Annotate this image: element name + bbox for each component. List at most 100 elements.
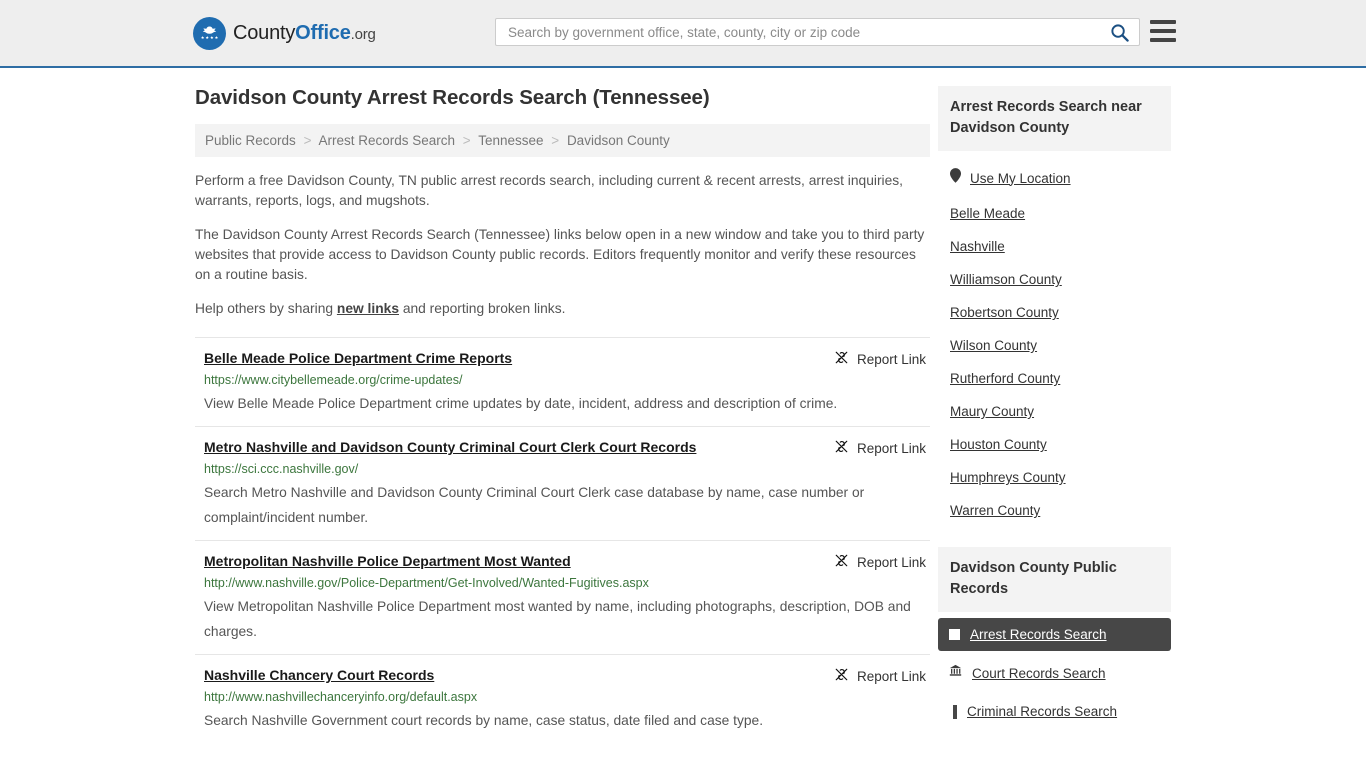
nearby-item-label: Belle Meade	[950, 206, 1026, 221]
broken-link-icon	[834, 350, 849, 368]
sidebar-item-wilson-county[interactable]: Wilson County	[950, 329, 1171, 362]
sidebar-item-arrest-records-search[interactable]: Arrest Records Search	[938, 618, 1171, 651]
result-header: Nashville Chancery Court Records Report …	[204, 666, 930, 685]
breadcrumb-separator: >	[303, 133, 312, 148]
logo-text-county: County	[233, 21, 296, 44]
menu-bar-3	[1150, 38, 1176, 42]
result-description: View Metropolitan Nashville Police Depar…	[204, 599, 911, 639]
result-url[interactable]: https://sci.ccc.nashville.gov/	[204, 461, 930, 478]
public-records-item-label: Court Records Search	[972, 665, 1106, 681]
sidebar-item-houston-county[interactable]: Houston County	[950, 428, 1171, 461]
report-link-button[interactable]: Report Link	[834, 350, 926, 368]
nearby-item-label: Maury County	[950, 404, 1035, 419]
report-link-label: Report Link	[856, 554, 926, 570]
site-logo-text: CountyOffice.org	[233, 22, 376, 45]
result-item: Belle Meade Police Department Crime Repo…	[195, 337, 930, 426]
sidebar-item-maury-county[interactable]: Maury County	[950, 395, 1171, 428]
intro-text: Perform a free Davidson County, TN publi…	[195, 171, 930, 319]
report-link-button[interactable]: Report Link	[834, 439, 926, 457]
result-description: View Belle Meade Police Department crime…	[204, 396, 838, 411]
public-records-list: Arrest Records Search Court Records Sear…	[938, 612, 1171, 728]
sidebar-item-robertson-county[interactable]: Robertson County	[950, 296, 1171, 329]
sidebar-item-rutherford-county[interactable]: Rutherford County	[950, 362, 1171, 395]
search-bar[interactable]	[495, 18, 1140, 46]
intro-paragraph-3: Help others by sharing new links and rep…	[195, 299, 930, 319]
intro-paragraph-1: Perform a free Davidson County, TN publi…	[195, 173, 904, 208]
map-pin-icon	[950, 168, 961, 188]
hamburger-menu-icon[interactable]	[1150, 20, 1176, 42]
result-url[interactable]: https://www.citybellemeade.org/crime-upd…	[204, 372, 930, 389]
nearby-item-label: Humphreys County	[950, 470, 1066, 485]
use-my-location-label: Use My Location	[970, 170, 1071, 186]
result-url[interactable]: http://www.nashvillechanceryinfo.org/def…	[204, 689, 930, 706]
result-title-link[interactable]: Metro Nashville and Davidson County Crim…	[204, 438, 696, 457]
result-description: Search Nashville Government court record…	[204, 713, 764, 728]
courthouse-icon	[949, 664, 962, 682]
report-link-label: Report Link	[856, 351, 926, 367]
menu-bar-1	[1150, 20, 1176, 24]
gavel-icon	[953, 704, 957, 719]
report-link-label: Report Link	[856, 668, 926, 684]
result-title-link[interactable]: Nashville Chancery Court Records	[204, 666, 434, 685]
page-title: Davidson County Arrest Records Search (T…	[195, 86, 710, 109]
sidebar-item-warren-county[interactable]: Warren County	[950, 494, 1171, 527]
nearby-list: Use My Location Belle Meade Nashville Wi…	[938, 151, 1171, 527]
sidebar-item-nashville[interactable]: Nashville	[950, 230, 1171, 263]
result-item: Nashville Chancery Court Records Report …	[195, 654, 930, 743]
breadcrumb-item-arrest-records-search[interactable]: Arrest Records Search	[318, 133, 455, 148]
eagle-seal-icon	[193, 16, 226, 50]
result-header: Belle Meade Police Department Crime Repo…	[204, 349, 930, 368]
breadcrumb-separator: >	[462, 133, 471, 148]
use-my-location-link[interactable]: Use My Location	[950, 159, 1171, 197]
intro-p3-before: Help others by sharing	[195, 301, 337, 316]
nearby-item-label: Wilson County	[950, 338, 1038, 353]
sidebar-item-belle-meade[interactable]: Belle Meade	[950, 197, 1171, 230]
logo-text-office: Office	[295, 21, 351, 44]
logo-text-org: .org	[350, 25, 376, 43]
sidebar-item-court-records-search[interactable]: Court Records Search	[938, 655, 1171, 691]
report-link-button[interactable]: Report Link	[834, 667, 926, 685]
breadcrumb-item-tennessee[interactable]: Tennessee	[478, 133, 543, 148]
public-records-panel-heading: Davidson County Public Records	[938, 547, 1171, 612]
nearby-item-label: Nashville	[950, 239, 1005, 254]
page-body: Davidson County Arrest Records Search (T…	[0, 68, 1366, 743]
breadcrumb-item-public-records[interactable]: Public Records	[205, 133, 296, 148]
sidebar-item-humphreys-county[interactable]: Humphreys County	[950, 461, 1171, 494]
intro-p3-after: and reporting broken links.	[399, 301, 566, 316]
nearby-panel-heading: Arrest Records Search near Davidson Coun…	[938, 86, 1171, 151]
nearby-item-label: Rutherford County	[950, 371, 1061, 386]
result-item: Metropolitan Nashville Police Department…	[195, 540, 930, 654]
result-description: Search Metro Nashville and Davidson Coun…	[204, 485, 865, 525]
result-url[interactable]: http://www.nashville.gov/Police-Departme…	[204, 575, 930, 592]
new-links-link[interactable]: new links	[337, 301, 399, 316]
nearby-item-label: Houston County	[950, 437, 1047, 452]
menu-bar-2	[1150, 29, 1176, 33]
result-item: Metro Nashville and Davidson County Crim…	[195, 426, 930, 540]
breadcrumb: Public Records > Arrest Records Search >…	[195, 124, 930, 157]
breadcrumb-item-davidson-county[interactable]: Davidson County	[567, 133, 670, 148]
search-input[interactable]	[506, 19, 1104, 45]
result-title-link[interactable]: Metropolitan Nashville Police Department…	[204, 552, 571, 571]
site-logo[interactable]: CountyOffice.org	[193, 16, 376, 50]
broken-link-icon	[834, 439, 849, 457]
report-link-label: Report Link	[856, 440, 926, 456]
search-button[interactable]	[1110, 23, 1129, 42]
sidebar-item-williamson-county[interactable]: Williamson County	[950, 263, 1171, 296]
result-header: Metropolitan Nashville Police Department…	[204, 552, 930, 571]
sidebar: Arrest Records Search near Davidson Coun…	[938, 68, 1171, 743]
intro-paragraph-2: The Davidson County Arrest Records Searc…	[195, 227, 925, 282]
public-records-item-label: Criminal Records Search	[967, 704, 1118, 719]
report-link-button[interactable]: Report Link	[834, 553, 926, 571]
result-title-link[interactable]: Belle Meade Police Department Crime Repo…	[204, 349, 512, 368]
nearby-item-label: Warren County	[950, 503, 1041, 518]
nearby-item-label: Robertson County	[950, 305, 1059, 320]
site-header: CountyOffice.org	[0, 0, 1366, 68]
broken-link-icon	[834, 553, 849, 571]
sidebar-item-criminal-records-search[interactable]: Criminal Records Search	[938, 695, 1171, 728]
result-header: Metro Nashville and Davidson County Crim…	[204, 438, 930, 457]
broken-link-icon	[834, 667, 849, 685]
public-records-item-label: Arrest Records Search	[970, 627, 1107, 642]
handcuffs-icon	[949, 629, 960, 640]
breadcrumb-separator: >	[551, 133, 560, 148]
